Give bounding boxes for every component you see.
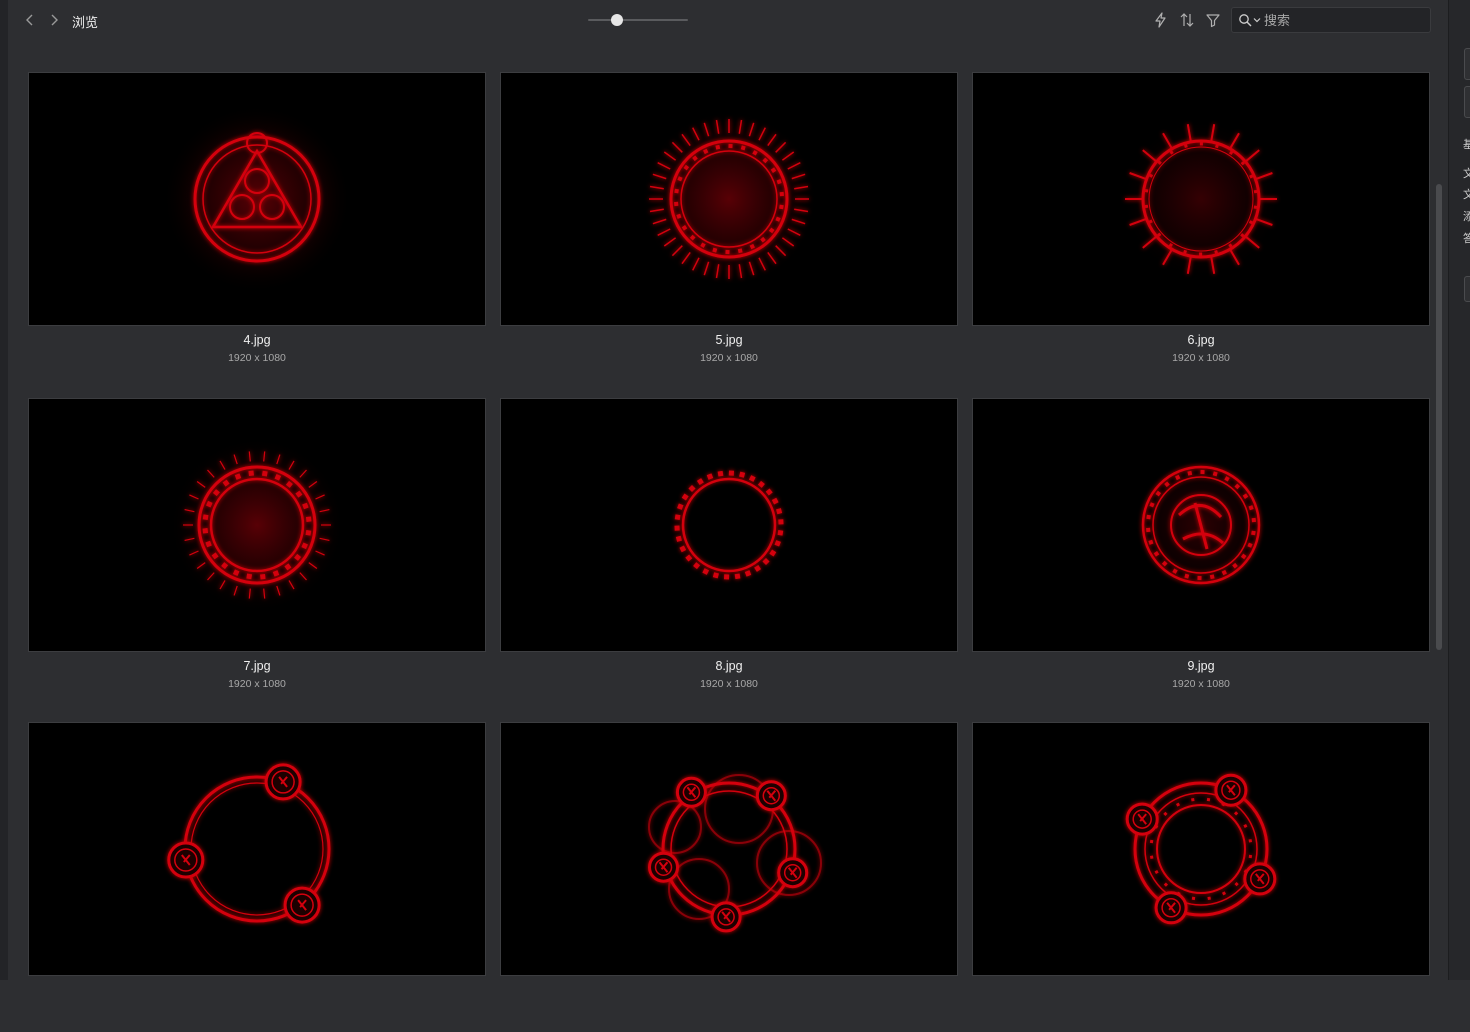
panel-label: 文 — [1463, 186, 1470, 202]
zoom-slider-knob[interactable] — [611, 14, 623, 26]
image-dimensions: 1920 x 1080 — [1172, 352, 1230, 364]
image-thumbnail[interactable] — [500, 72, 958, 326]
sort-icon — [1180, 13, 1194, 27]
image-dimensions: 1920 x 1080 — [700, 352, 758, 364]
image-dimensions: 1920 x 1080 — [228, 352, 286, 364]
toolbar: 浏览 — [8, 0, 1448, 40]
image-thumbnail[interactable] — [972, 398, 1430, 652]
image-filename: 8.jpg — [715, 659, 743, 673]
flash-button[interactable] — [1152, 11, 1170, 29]
search-box[interactable] — [1231, 7, 1431, 33]
panel-button[interactable] — [1464, 276, 1470, 302]
image-tile[interactable]: 8.jpg 1920 x 1080 — [500, 398, 958, 708]
image-thumbnail[interactable] — [500, 722, 958, 976]
three-node-ring-artwork — [29, 723, 485, 975]
forward-button[interactable] — [46, 10, 62, 30]
search-icon[interactable] — [1238, 13, 1252, 27]
panel-button[interactable] — [1464, 86, 1470, 118]
image-filename: 7.jpg — [243, 659, 271, 673]
vertical-scrollbar[interactable] — [1436, 184, 1442, 650]
zoom-in-icon[interactable] — [1409, 631, 1423, 645]
image-tile[interactable]: 6.jpg 1920 x 1080 — [972, 72, 1430, 382]
image-thumbnail[interactable] — [28, 72, 486, 326]
image-tile[interactable] — [500, 722, 958, 1032]
back-button[interactable] — [22, 10, 38, 30]
image-tile[interactable]: 4.jpg 1920 x 1080 — [28, 72, 486, 382]
flash-icon — [1155, 12, 1166, 28]
image-dimensions: 1920 x 1080 — [1172, 678, 1230, 690]
rune-ring-artwork — [501, 399, 957, 651]
image-filename: 4.jpg — [243, 333, 271, 347]
image-filename: 9.jpg — [1187, 659, 1215, 673]
chevron-down-icon[interactable] — [1253, 16, 1261, 24]
image-tile[interactable]: 5.jpg 1920 x 1080 — [500, 72, 958, 382]
image-tile[interactable]: 9.jpg 1920 x 1080 — [972, 398, 1430, 708]
left-gutter — [0, 0, 8, 980]
image-thumbnail[interactable] — [500, 398, 958, 652]
spiked-ring-artwork — [973, 73, 1429, 325]
page-title: 浏览 — [72, 15, 99, 30]
image-tile[interactable]: 7.jpg 1920 x 1080 — [28, 398, 486, 708]
filter-button[interactable] — [1204, 11, 1222, 29]
chevron-left-icon — [26, 14, 33, 26]
image-grid: 4.jpg 1920 x 1080 5.jpg 1920 x 1080 6.jp… — [28, 72, 1430, 980]
search-input[interactable] — [1264, 10, 1424, 30]
image-filename: 5.jpg — [715, 333, 743, 347]
panel-label: 文 — [1463, 165, 1470, 181]
panel-label: 添 — [1463, 208, 1470, 224]
image-thumbnail[interactable] — [972, 722, 1430, 976]
panel-label: 答 — [1463, 230, 1470, 246]
panel-button[interactable] — [1464, 48, 1470, 80]
image-tile[interactable] — [972, 722, 1430, 1032]
filter-icon — [1206, 14, 1220, 28]
image-thumbnail[interactable] — [28, 722, 486, 976]
zoom-slider[interactable] — [588, 14, 692, 26]
chevron-right-icon — [51, 14, 58, 26]
image-tile[interactable] — [28, 722, 486, 1032]
image-dimensions: 1920 x 1080 — [228, 678, 286, 690]
panel-label: 基 — [1463, 136, 1470, 152]
image-thumbnail[interactable] — [28, 398, 486, 652]
image-thumbnail[interactable] — [972, 72, 1430, 326]
triangle-circle-sigil-artwork — [29, 73, 485, 325]
double-node-ring-artwork — [973, 723, 1429, 975]
filled-sigil-artwork — [973, 399, 1429, 651]
rune-ring-flare-artwork — [501, 73, 957, 325]
zoom-slider-track — [588, 19, 688, 21]
image-filename: 6.jpg — [1187, 333, 1215, 347]
five-node-ring-artwork — [501, 723, 957, 975]
image-dimensions: 1920 x 1080 — [700, 678, 758, 690]
thick-glow-ring-artwork — [29, 399, 485, 651]
sort-button[interactable] — [1178, 11, 1196, 29]
right-panel: 基 文 文 添 答 — [1448, 0, 1470, 980]
